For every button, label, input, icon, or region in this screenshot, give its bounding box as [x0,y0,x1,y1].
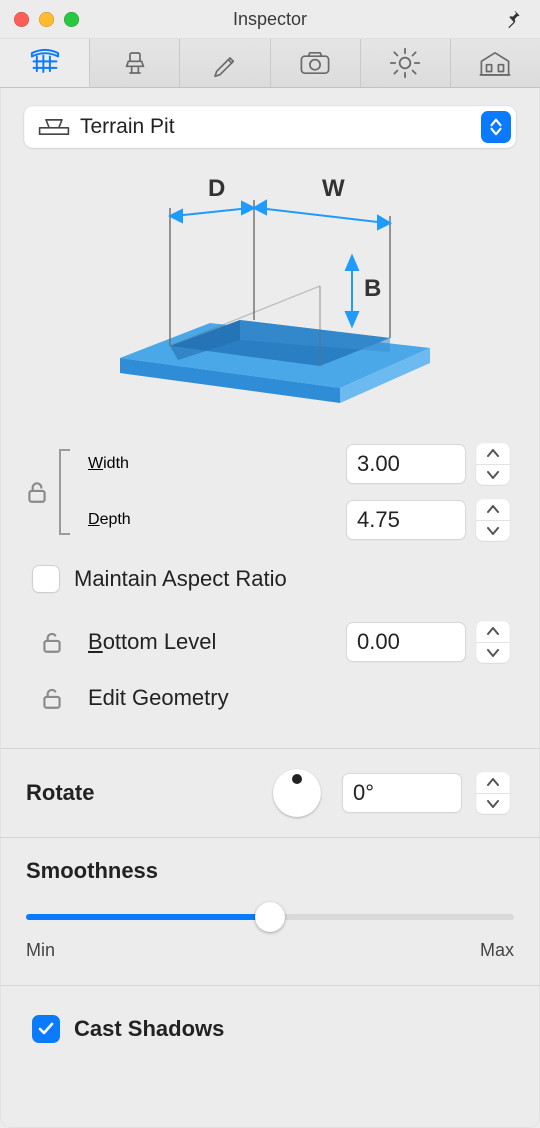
object-type-popup[interactable]: Terrain Pit [24,106,516,148]
slider-labels: Min Max [26,940,514,961]
aspect-ratio-checkbox[interactable] [32,565,60,593]
bottom-level-lock-icon[interactable] [26,629,78,655]
smoothness-section: Smoothness Min Max [0,838,540,985]
bottom-level-input[interactable] [346,622,466,662]
chevron-down-icon [476,465,510,486]
edit-geometry-label: Edit Geometry [88,685,336,711]
size-section: Width Depth Maintain Aspect Ratio [0,428,540,748]
tab-render[interactable] [271,39,361,87]
rotate-input[interactable] [342,773,462,813]
rotate-row: Rotate [0,749,540,837]
popup-chevrons-icon [481,111,511,143]
edit-geometry-lock-icon[interactable] [26,685,78,711]
depth-input[interactable] [346,500,466,540]
aspect-lock-icon[interactable] [24,479,50,505]
cast-shadows-section: Cast Shadows [0,986,540,1072]
width-input[interactable] [346,444,466,484]
aspect-ratio-row: Maintain Aspect Ratio [26,554,514,604]
tab-materials[interactable] [90,39,180,87]
cast-shadows-label: Cast Shadows [74,1016,224,1042]
chevron-down-icon [476,643,510,664]
aspect-link-bracket [26,440,78,544]
object-type-label: Terrain Pit [80,115,175,139]
edit-geometry-row[interactable]: Edit Geometry [26,670,514,726]
chevron-down-icon [476,521,510,542]
chevron-down-icon [476,794,510,815]
dial-indicator [292,774,302,784]
depth-label: Depth [88,511,336,529]
dimension-diagram: D W B [0,158,540,428]
width-stepper[interactable] [476,443,510,485]
bottom-level-row: Bottom Level [26,614,514,670]
smoothness-label: Smoothness [26,858,514,884]
terrain-pit-icon [38,116,70,138]
depth-stepper[interactable] [476,499,510,541]
window-title: Inspector [0,9,540,30]
cast-shadows-row: Cast Shadows [26,1004,514,1054]
tab-edit[interactable] [180,39,270,87]
rotate-label: Rotate [26,780,259,806]
chevron-up-icon [476,499,510,521]
slider-thumb[interactable] [255,902,285,932]
slider-min-label: Min [26,940,55,961]
titlebar: Inspector [0,0,540,38]
width-label: Width [88,455,336,473]
diagram-w-label: W [322,175,345,202]
inspector-tabs [0,38,540,88]
slider-fill [26,914,270,920]
bottom-level-label: Bottom Level [88,629,336,655]
cast-shadows-checkbox[interactable] [32,1015,60,1043]
slider-max-label: Max [480,940,514,961]
inspector-window: Inspector [0,0,540,1128]
tab-building[interactable] [451,39,540,87]
chevron-up-icon [476,621,510,643]
diagram-d-label: D [208,175,225,202]
diagram-b-label: B [364,275,381,302]
tab-light[interactable] [361,39,451,87]
bottom-level-stepper[interactable] [476,621,510,663]
tab-object[interactable] [0,39,90,87]
smoothness-slider[interactable] [26,902,514,932]
chevron-up-icon [476,443,510,465]
aspect-ratio-label: Maintain Aspect Ratio [74,566,287,592]
chevron-up-icon [476,772,510,794]
object-type-row: Terrain Pit [0,88,540,158]
rotate-dial[interactable] [273,769,321,817]
pin-button[interactable] [502,8,524,30]
rotate-stepper[interactable] [476,772,510,814]
